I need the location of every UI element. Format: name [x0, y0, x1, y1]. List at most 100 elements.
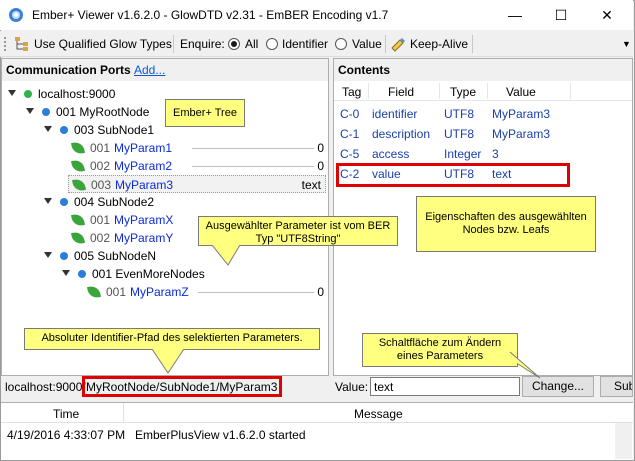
- collapse-arrow-icon[interactable]: [44, 198, 52, 204]
- param-name: MyParam1: [114, 141, 173, 155]
- value-bar: [192, 148, 314, 149]
- properties-callout: Eigenschaften des ausgewählten Nodes bzw…: [416, 196, 596, 252]
- collapse-arrow-icon[interactable]: [8, 90, 16, 96]
- toolbar: Use Qualified Glow Types Enquire: All Id…: [0, 31, 633, 57]
- parameter-leaf-icon: [71, 231, 85, 245]
- change-callout-tail: [509, 351, 541, 379]
- param-name: MyParamZ: [130, 285, 189, 299]
- submit-button[interactable]: Sub: [600, 376, 633, 397]
- communication-ports-header: Communication Ports Add...: [2, 59, 328, 81]
- toolbar-separator: [173, 35, 174, 53]
- parameter-leaf-icon: [87, 285, 101, 299]
- column-divider: [487, 83, 488, 99]
- enquire-value-radio[interactable]: [335, 38, 347, 50]
- cell-tag: C-5: [340, 147, 360, 161]
- log-column-message[interactable]: Message: [354, 407, 403, 421]
- param-number: 001: [90, 141, 111, 155]
- parameter-leaf-icon: [71, 141, 85, 155]
- cell-field: description: [372, 127, 431, 141]
- param-name: MyParam3: [115, 178, 174, 192]
- communication-ports-title: Communication Ports: [6, 63, 131, 77]
- node-icon: [60, 126, 68, 134]
- cell-tag: C-0: [340, 107, 360, 121]
- table-row[interactable]: C-0 identifier UTF8 MyParam3: [334, 105, 632, 123]
- cell-tag: C-1: [340, 127, 360, 141]
- tree-node-localhost[interactable]: localhost:9000: [8, 85, 308, 103]
- value-label: Value:: [335, 380, 369, 394]
- value-bar: [198, 292, 314, 293]
- log-scrollbar[interactable]: [615, 423, 632, 459]
- cell-value: MyParam3: [492, 107, 551, 121]
- enquire-all-radio[interactable]: [228, 38, 240, 50]
- path-highlight: [82, 376, 282, 397]
- column-header-value[interactable]: Value: [506, 85, 536, 99]
- log-row[interactable]: 4/19/2016 4:33:07 PM EmberPlusView v1.6.…: [1, 425, 633, 443]
- path-prefix: localhost:9000/: [5, 380, 86, 394]
- tree-node-subnode2[interactable]: 004 SubNode2: [44, 193, 304, 211]
- tree-node-label: 004 SubNode2: [74, 195, 155, 209]
- log-header: Time Message: [1, 403, 633, 423]
- node-icon: [42, 108, 50, 116]
- tree-param-myparam2[interactable]: 002 MyParam2 0: [71, 157, 326, 175]
- cell-field: access: [372, 147, 410, 161]
- node-icon: [60, 198, 68, 206]
- collapse-arrow-icon[interactable]: [44, 252, 52, 258]
- collapse-arrow-icon[interactable]: [44, 126, 52, 132]
- log-message: EmberPlusView v1.6.2.0 started: [135, 428, 306, 442]
- tree-node-evenmorenodes[interactable]: 001 EvenMoreNodes: [62, 265, 302, 283]
- column-divider: [123, 403, 124, 423]
- enquire-identifier-label[interactable]: Identifier: [282, 37, 328, 51]
- window-title: Ember+ Viewer v1.6.2.0 - GlowDTD v2.31 -…: [32, 8, 389, 22]
- tree-node-label: localhost:9000: [38, 87, 116, 101]
- param-number: 001: [106, 285, 127, 299]
- column-divider: [570, 83, 571, 99]
- cell-field: identifier: [372, 107, 418, 121]
- parameter-leaf-icon: [71, 213, 85, 227]
- maximize-button[interactable]: ☐: [538, 0, 584, 30]
- contents-title: Contents: [338, 63, 390, 77]
- param-name: MyParam2: [114, 159, 173, 173]
- cell-value: MyParam3: [492, 127, 551, 141]
- use-qualified-glow-types-button[interactable]: Use Qualified Glow Types: [34, 37, 172, 51]
- table-row[interactable]: C-5 access Integer 3: [334, 145, 632, 163]
- keep-alive-button[interactable]: Keep-Alive: [410, 37, 468, 51]
- tree-node-subnoden[interactable]: 005 SubNodeN: [44, 247, 304, 265]
- enquire-identifier-radio[interactable]: [266, 38, 278, 50]
- table-row[interactable]: C-1 description UTF8 MyParam3: [334, 125, 632, 143]
- param-name: MyParamX: [114, 213, 174, 227]
- toolbar-grip-icon[interactable]: [4, 37, 7, 51]
- tree-param-myparamz[interactable]: 001 MyParamZ 0: [87, 283, 326, 301]
- parameter-leaf-icon: [72, 178, 86, 192]
- toolbar-separator: [385, 35, 386, 53]
- column-header-tag[interactable]: Tag: [342, 85, 361, 99]
- column-header-field[interactable]: Field: [388, 85, 414, 99]
- column-header-type[interactable]: Type: [450, 85, 476, 99]
- enquire-label: Enquire:: [180, 37, 225, 51]
- collapse-arrow-icon[interactable]: [62, 270, 70, 276]
- param-number: 001: [90, 213, 111, 227]
- online-status-icon: [24, 90, 32, 98]
- log-column-time[interactable]: Time: [53, 407, 79, 421]
- param-value: text: [301, 178, 321, 192]
- param-type-callout-tail: [211, 245, 241, 266]
- tree-param-myparam3-selected[interactable]: 003 MyParam3 text: [68, 175, 326, 193]
- toolbar-overflow-icon[interactable]: ▼: [622, 39, 631, 49]
- collapse-arrow-icon[interactable]: [26, 108, 34, 114]
- tree-callout: Ember+ Tree: [165, 99, 245, 127]
- hierarchy-icon: [15, 37, 28, 51]
- tree-node-label: 001 EvenMoreNodes: [92, 267, 205, 281]
- close-button[interactable]: ✕: [584, 0, 630, 30]
- parameter-leaf-icon: [71, 159, 85, 173]
- add-port-link[interactable]: Add...: [134, 63, 165, 77]
- tree-param-myparam1[interactable]: 001 MyParam1 0: [71, 139, 326, 157]
- table-header-row: Tag Field Type Value: [334, 81, 632, 101]
- value-row-highlight: [336, 163, 570, 187]
- param-type-callout: Ausgewählter Parameter ist vom BER Typ "…: [198, 216, 398, 246]
- keep-alive-icon: [391, 38, 405, 52]
- minimize-button[interactable]: —: [492, 0, 538, 30]
- param-number: 002: [90, 159, 111, 173]
- log-panel: Time Message 4/19/2016 4:33:07 PM EmberP…: [1, 402, 633, 460]
- enquire-value-label[interactable]: Value: [352, 37, 382, 51]
- enquire-all-label[interactable]: All: [245, 37, 258, 51]
- value-input[interactable]: [370, 377, 520, 396]
